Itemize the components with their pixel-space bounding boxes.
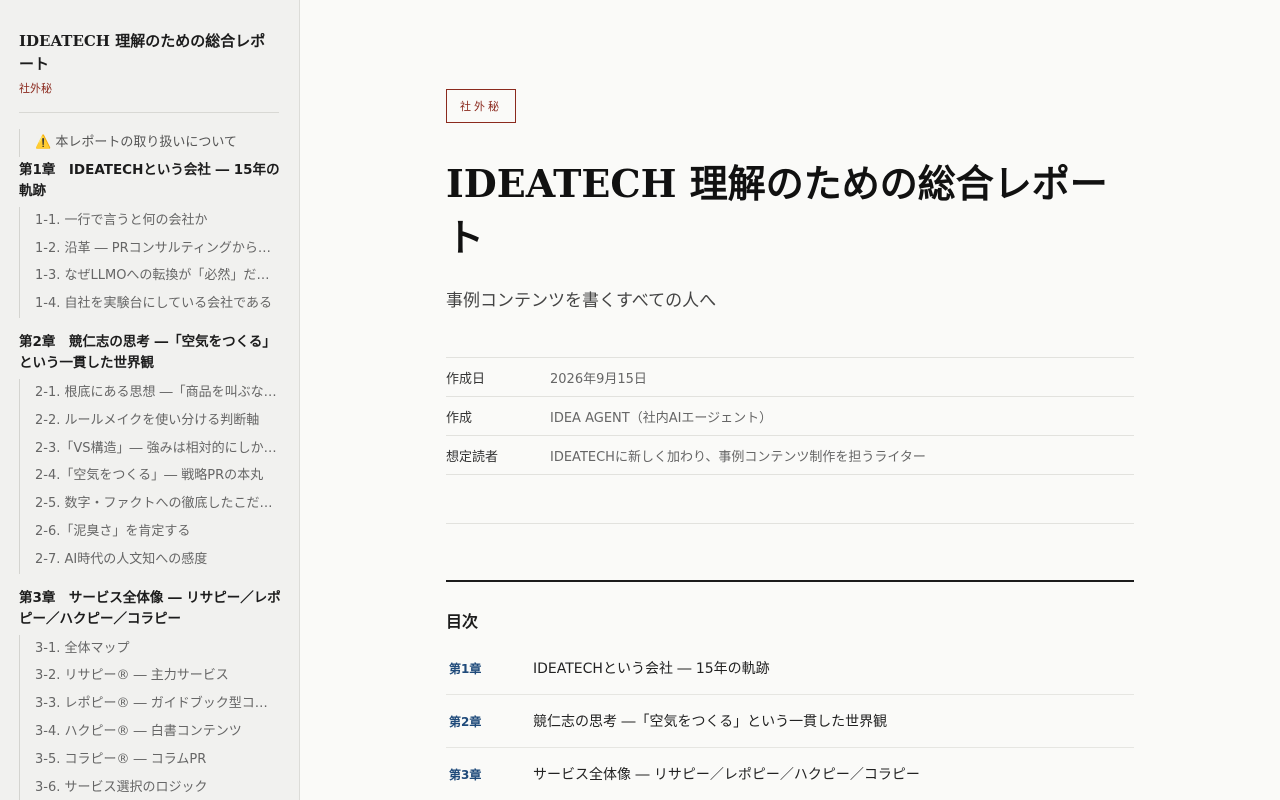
sidebar-chapter-1[interactable]: 第1章 IDEATECHという会社 ― 15年の軌跡 xyxy=(19,160,281,202)
meta-value: IDEATECHに新しく加わり、事例コンテンツ制作を担うライター xyxy=(550,449,926,465)
sidebar-toc: ⚠️ 本レポートの取り扱いについて 第1章 IDEATECHという会社 ― 15… xyxy=(19,129,281,800)
meta-key: 作成 xyxy=(446,410,473,426)
sidebar-confidential-label: 社外秘 xyxy=(19,82,52,95)
sidebar-item-3-4[interactable]: 3-4. ハクピー® ― 白書コンテンツ xyxy=(20,718,280,746)
sidebar-item-2-4[interactable]: 2-4.「空気をつくる」― 戦略PRの本丸 xyxy=(20,462,280,490)
sidebar-chapter-1-items: 1-1. 一行で言うと何の会社か 1-2. 沿革 ― PRコンサルティングから始… xyxy=(19,206,280,318)
sidebar-chapter-3[interactable]: 第3章 サービス全体像 ― リサピー／レポピー／ハクピー／コラピー xyxy=(19,588,281,630)
toc-chapter-number: 第2章 xyxy=(449,714,482,729)
sidebar-item-3-5[interactable]: 3-5. コラピー® ― コラムPR xyxy=(20,746,280,774)
meta-key: 作成日 xyxy=(446,371,486,387)
meta-value: 2026年9月15日 xyxy=(550,371,647,387)
sidebar-item-1-1[interactable]: 1-1. 一行で言うと何の会社か xyxy=(20,207,280,235)
sidebar-item-1-3[interactable]: 1-3. なぜLLMOへの転換が「必然」だったのか xyxy=(20,262,280,290)
toc-list: 第1章 IDEATECHという会社 ― 15年の軌跡 第2章 競仁志の思考 ―「… xyxy=(446,642,1134,800)
toc-chapter-number: 第1章 xyxy=(449,661,482,676)
sidebar-item-2-7[interactable]: 2-7. AI時代の人文知への感度 xyxy=(20,546,280,574)
sidebar-chapter-2[interactable]: 第2章 競仁志の思考 ―「空気をつくる」という一貫した世界観 xyxy=(19,332,281,374)
meta-table: 作成日 2026年9月15日 作成 IDEA AGENT（社内AIエージェント）… xyxy=(446,357,1134,475)
sidebar-item-2-6[interactable]: 2-6.「泥臭さ」を肯定する xyxy=(20,518,280,546)
section-divider xyxy=(446,523,1134,524)
meta-row: 作成 IDEA AGENT（社内AIエージェント） xyxy=(446,397,1134,436)
sidebar-item-2-3[interactable]: 2-3.「VS構造」― 強みは相対的にしか存在しない xyxy=(20,435,280,463)
sidebar-notice-group: ⚠️ 本レポートの取り扱いについて xyxy=(19,129,279,157)
meta-row: 想定読者 IDEATECHに新しく加わり、事例コンテンツ制作を担うライター xyxy=(446,436,1134,475)
toc-heading: 目次 xyxy=(446,612,479,631)
toc-item-chapter-2[interactable]: 第2章 競仁志の思考 ―「空気をつくる」という一貫した世界観 xyxy=(446,695,1134,748)
sidebar-item-2-5[interactable]: 2-5. 数字・ファクトへの徹底したこだわり xyxy=(20,490,280,518)
meta-row: 作成日 2026年9月15日 xyxy=(446,358,1134,397)
toc-divider xyxy=(446,580,1134,582)
meta-key: 想定読者 xyxy=(446,449,499,465)
sidebar-item-1-2[interactable]: 1-2. 沿革 ― PRコンサルティングから始まった15年 xyxy=(20,235,280,263)
sidebar-item-2-1[interactable]: 2-1. 根底にある思想 ―「商品を叫ぶな、空気をつくれ」 xyxy=(20,379,280,407)
sidebar-title: IDEATECH 理解のための総合レポート xyxy=(19,32,266,73)
toc-item-chapter-3[interactable]: 第3章 サービス全体像 ― リサピー／レポピー／ハクピー／コラピー xyxy=(446,748,1134,800)
toc-chapter-title: サービス全体像 ― リサピー／レポピー／ハクピー／コラピー xyxy=(533,767,920,783)
sidebar-divider xyxy=(19,112,279,113)
sidebar-item-notice[interactable]: ⚠️ 本レポートの取り扱いについて xyxy=(20,129,280,157)
sidebar-chapter-2-items: 2-1. 根底にある思想 ―「商品を叫ぶな、空気をつくれ」 2-2. ルールメイ… xyxy=(19,378,280,574)
sidebar-item-3-2[interactable]: 3-2. リサピー® ― 主力サービス xyxy=(20,662,280,690)
toc-chapter-number: 第3章 xyxy=(449,767,482,782)
sidebar-item-2-2[interactable]: 2-2. ルールメイクを使い分ける判断軸 xyxy=(20,407,280,435)
sidebar-item-1-4[interactable]: 1-4. 自社を実験台にしている会社である xyxy=(20,290,280,318)
toc-chapter-title: 競仁志の思考 ―「空気をつくる」という一貫した世界観 xyxy=(533,714,888,730)
sidebar: IDEATECH 理解のための総合レポート 社外秘 ⚠️ 本レポートの取り扱いに… xyxy=(0,0,300,800)
meta-value: IDEA AGENT（社内AIエージェント） xyxy=(550,410,773,426)
sidebar-item-3-1[interactable]: 3-1. 全体マップ xyxy=(20,635,280,663)
toc-item-chapter-1[interactable]: 第1章 IDEATECHという会社 ― 15年の軌跡 xyxy=(446,642,1134,695)
confidential-badge: 社外秘 xyxy=(446,89,516,123)
sidebar-chapter-3-items: 3-1. 全体マップ 3-2. リサピー® ― 主力サービス 3-3. レポピー… xyxy=(19,634,280,800)
sidebar-item-3-3[interactable]: 3-3. レポピー® ― ガイドブック型コンテンツ xyxy=(20,690,280,718)
page-title: IDEATECH 理解のための総合レポート xyxy=(446,161,1108,260)
page-subtitle: 事例コンテンツを書くすべての人へ xyxy=(446,291,717,311)
toc-chapter-title: IDEATECHという会社 ― 15年の軌跡 xyxy=(533,661,770,677)
sidebar-item-3-6[interactable]: 3-6. サービス選択のロジック xyxy=(20,774,280,800)
